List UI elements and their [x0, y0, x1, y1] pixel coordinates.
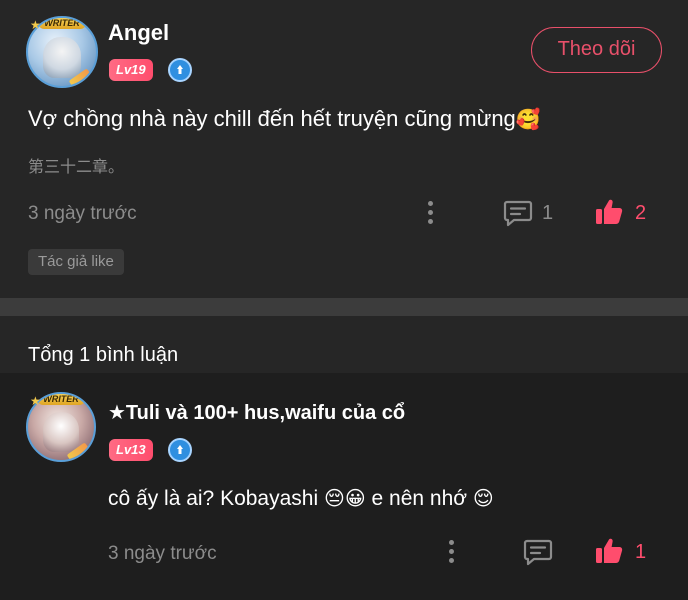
- section-divider: [0, 298, 688, 316]
- comment-emoji-1: 😔: [323, 488, 345, 510]
- post-author-level-badge: Lv19: [109, 59, 153, 81]
- vip-badge-icon: [168, 438, 192, 462]
- avatar-star-icon: ★: [30, 394, 41, 408]
- comment-timestamp: 3 ngày trước: [108, 543, 217, 564]
- comment-icon[interactable]: [503, 199, 533, 227]
- post-content-emoji: 🥰: [515, 109, 541, 131]
- like-thumb-icon[interactable]: [594, 536, 624, 566]
- comment-emoji-2: 😀: [344, 488, 366, 510]
- comment-author-level-badge: Lv13: [109, 439, 153, 461]
- comment-like-count: 1: [635, 541, 647, 563]
- avatar-writer-badge: WRITER: [38, 18, 86, 29]
- post-timestamp: 3 ngày trước: [28, 203, 137, 224]
- comment-author-name[interactable]: ★Tuli và 100+ hus,waifu của cổ: [108, 400, 405, 425]
- avatar-star-icon: ★: [30, 18, 41, 32]
- avatar-writer-badge: WRITER: [37, 394, 85, 405]
- post-content: Vợ chồng nhà này chill đến hết truyện cũ…: [28, 106, 541, 132]
- comment-emoji-3: 😌: [472, 488, 494, 510]
- comment-text-part1: cô ấy là ai? Kobayashi: [108, 487, 324, 510]
- post-like-count: 2: [635, 202, 647, 224]
- post-chapter-label[interactable]: 第三十二章。: [28, 153, 124, 177]
- more-dots-icon[interactable]: [427, 201, 433, 224]
- avatar-figure: [42, 37, 82, 78]
- comment-text-part2: e nên nhớ: [365, 487, 473, 510]
- comment-content: cô ấy là ai? Kobayashi 😔😀 e nên nhớ 😌: [108, 486, 494, 511]
- avatar-figure: [42, 412, 80, 453]
- like-thumb-icon[interactable]: [594, 197, 624, 227]
- follow-button[interactable]: Theo dõi: [531, 27, 662, 73]
- more-dots-icon[interactable]: [448, 540, 454, 563]
- post-content-text: Vợ chồng nhà này chill đến hết truyện cũ…: [28, 106, 516, 131]
- post-author-name[interactable]: Angel: [108, 20, 169, 46]
- author-like-tag: Tác giả like: [28, 249, 124, 275]
- total-comments-label: Tổng 1 bình luận: [28, 344, 179, 366]
- vip-badge-icon: [168, 58, 192, 82]
- post-comment-count: 1: [542, 202, 554, 224]
- comment-icon[interactable]: [523, 538, 553, 566]
